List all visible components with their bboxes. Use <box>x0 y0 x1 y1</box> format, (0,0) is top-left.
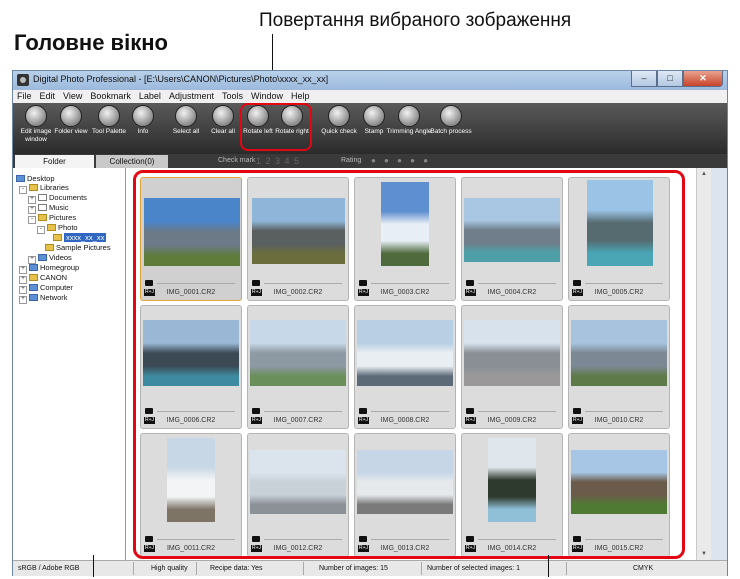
app-icon <box>17 74 29 86</box>
computer-icon <box>29 284 38 291</box>
page-title: Головне вікно <box>14 30 168 55</box>
palette-icon <box>98 105 120 127</box>
menu-bookmark[interactable]: Bookmark <box>90 90 131 103</box>
tab-collection[interactable]: Collection(0) <box>96 155 168 168</box>
network-icon <box>29 294 38 301</box>
expand-icon[interactable]: + <box>19 296 27 304</box>
thumbnail-highlight-box <box>133 170 685 559</box>
scroll-up-icon[interactable]: ▲ <box>697 168 711 180</box>
status-quality: High quality <box>151 565 188 572</box>
thumbnail-area: R+J IMG_0001.CR2 R+J IMG_0002.CR2 R+J IMG_000… <box>126 168 711 560</box>
menu-adjustment[interactable]: Adjustment <box>169 90 214 103</box>
folder-tree-panel: Desktop - Libraries + Documents + Music - Pi… <box>13 168 126 560</box>
menu-label[interactable]: Label <box>139 90 161 103</box>
status-color-space: sRGB / Adobe RGB <box>18 565 80 572</box>
thumbnail-leader-line <box>548 555 549 577</box>
vertical-scrollbar[interactable]: ▲ ▼ <box>696 168 711 560</box>
select-all-icon <box>175 105 197 127</box>
status-recipe: Recipe data: Yes <box>210 565 263 572</box>
rating-filter[interactable]: ● ● ● ● ● <box>371 155 431 167</box>
stamp-icon <box>363 105 385 127</box>
trimming-icon <box>398 105 420 127</box>
info-button[interactable]: Info <box>120 105 166 136</box>
tab-bar: Folder Collection(0) Check mark 1 2 3 4 … <box>13 154 727 168</box>
quick-check-icon <box>328 105 350 127</box>
title-bar[interactable]: Digital Photo Professional - [E:\Users\C… <box>13 71 727 90</box>
videos-icon <box>38 254 47 261</box>
pictures-icon <box>38 214 47 221</box>
libraries-icon <box>29 184 38 191</box>
collapse-icon[interactable]: - <box>37 226 45 234</box>
menu-help[interactable]: Help <box>291 90 310 103</box>
tab-folder[interactable]: Folder <box>15 155 94 168</box>
batch-process-button[interactable]: Batch process <box>428 105 474 136</box>
status-cmyk: CMYK <box>633 565 654 572</box>
minimize-button[interactable]: – <box>631 71 657 87</box>
menu-window[interactable]: Window <box>251 90 283 103</box>
close-button[interactable]: ✕ <box>683 71 723 87</box>
desktop-icon <box>16 175 25 182</box>
check-mark-label: Check mark <box>218 157 256 164</box>
status-selected-count: Number of selected images: 1 <box>427 565 520 572</box>
menu-view[interactable]: View <box>63 90 82 103</box>
batch-process-icon <box>440 105 462 127</box>
collapse-icon[interactable]: - <box>28 216 36 224</box>
app-window: Digital Photo Professional - [E:\Users\C… <box>12 70 728 576</box>
folder-leader-line <box>93 555 94 577</box>
music-icon <box>38 204 47 211</box>
trimming-angle-button[interactable]: Trimming Angle <box>386 105 432 136</box>
folder-icon <box>53 234 62 241</box>
menu-bar: File Edit View Bookmark Label Adjustment Tools… <box>13 90 727 103</box>
check-mark-filter[interactable]: 1 2 3 4 5 <box>256 155 300 167</box>
tree-item-network[interactable]: + Network <box>19 293 68 304</box>
window-title: Digital Photo Professional - [E:\Users\C… <box>33 74 329 84</box>
documents-icon <box>38 194 47 201</box>
menu-tools[interactable]: Tools <box>222 90 243 103</box>
tree-item-desktop[interactable]: Desktop <box>16 174 55 183</box>
info-icon <box>132 105 154 127</box>
toolbar: Edit image window Folder view Tool Palet… <box>13 103 727 154</box>
clear-all-icon <box>212 105 234 127</box>
folder-icon <box>47 224 56 231</box>
folder-view-icon <box>60 105 82 127</box>
folder-icon <box>45 244 54 251</box>
status-image-count: Number of images: 15 <box>319 565 388 572</box>
rotate-highlight-box <box>240 103 312 151</box>
collapse-icon[interactable]: - <box>19 186 27 194</box>
tree-item-selected-folder[interactable]: xxxx_xx_xx <box>53 233 107 242</box>
menu-file[interactable]: File <box>17 90 32 103</box>
tree-item-sample-pictures[interactable]: Sample Pictures <box>45 243 111 252</box>
scroll-down-icon[interactable]: ▼ <box>697 548 711 560</box>
edit-window-icon <box>25 105 47 127</box>
maximize-button[interactable]: □ <box>657 71 683 87</box>
rating-label: Rating <box>341 157 362 164</box>
user-folder-icon <box>29 274 38 281</box>
homegroup-icon <box>29 264 38 271</box>
menu-edit[interactable]: Edit <box>40 90 56 103</box>
status-bar: sRGB / Adobe RGB High quality Recipe dat… <box>13 560 727 576</box>
callout-rotate-selected: Повертання вибраного зображення <box>259 10 572 31</box>
